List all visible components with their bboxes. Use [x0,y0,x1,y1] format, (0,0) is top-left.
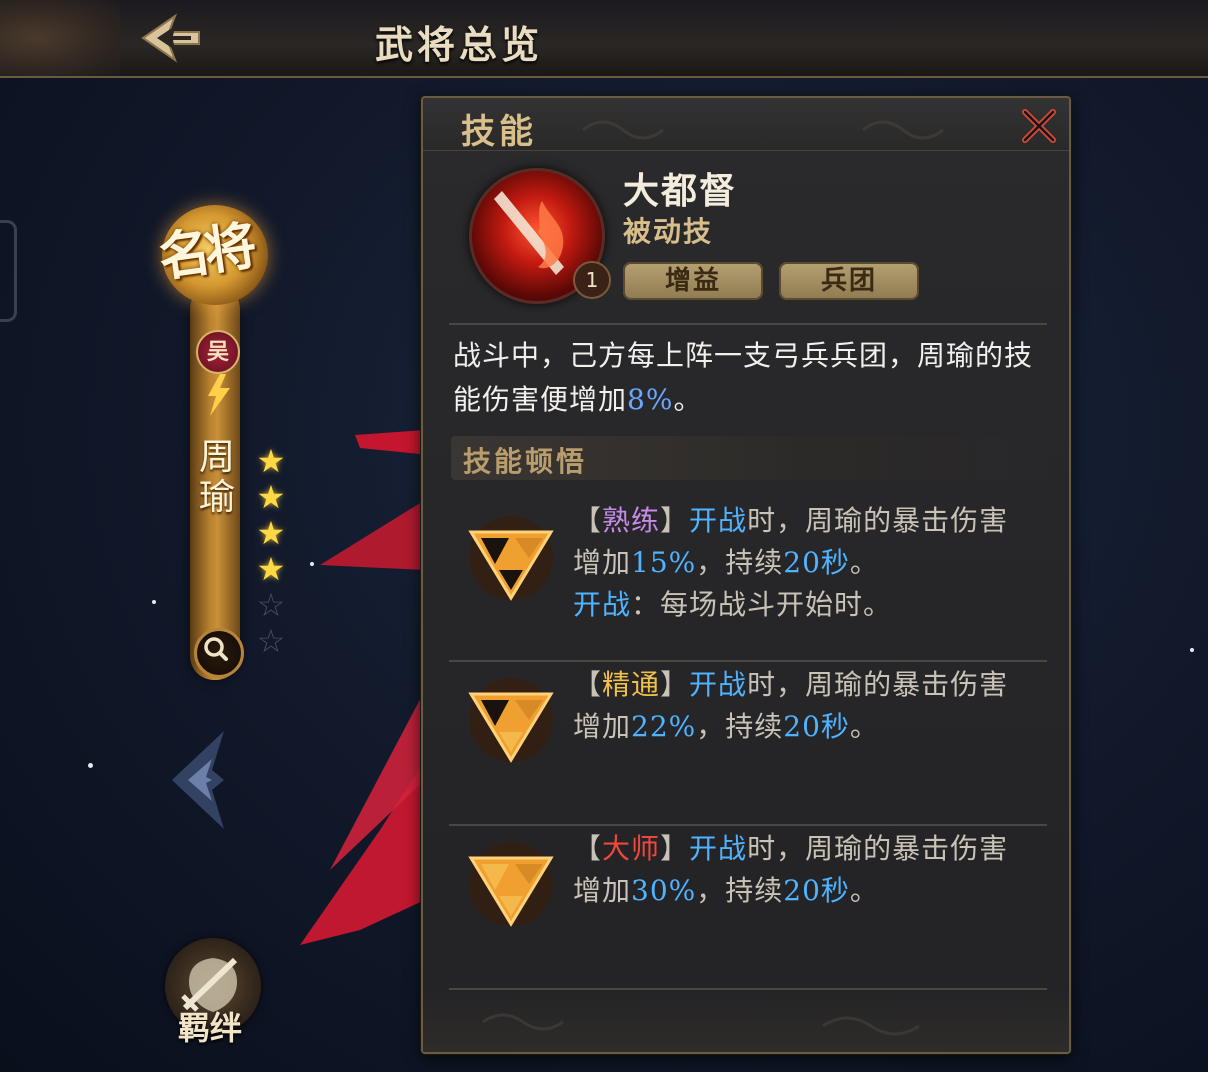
insight-item-3: 【大师】开战时，周瑜的暴击伤害增加30%，持续20秒。 [423,828,1069,988]
bracket-open: 【 [573,504,603,537]
insight-keyword: 开战 [689,668,748,701]
insight-text-2: 【精通】开战时，周瑜的暴击伤害增加22%，持续20秒。 [573,664,1033,748]
insight-text-b: ，持续 [696,710,784,743]
bracket-close: 】 [660,832,690,865]
skill-panel: 技能 1 大都督 被动技 增益 兵团 战斗中，己方每上阵一支弓兵兵团，周瑜的技能… [421,96,1071,1054]
skill-description-end: 。 [673,383,703,416]
insight-item-1: 【熟练】开战时，周瑜的暴击伤害增加15%，持续20秒。 开战：每场战斗开始时。 [423,498,1069,658]
top-bar: 武将总览 [0,0,1208,78]
sparkle-dot [88,763,93,768]
sparkle-dot [1190,648,1194,652]
star-empty-icon: ☆ [256,586,286,624]
sparkle-dot [152,600,156,604]
bond-label: 羁绊 [178,1009,243,1047]
cloud-ornament [482,1013,920,1036]
skill-tag-buff: 增益 [623,262,763,300]
lightning-icon [208,374,230,416]
star-empty-icon: ☆ [256,622,286,660]
insight-text-3: 【大师】开战时，周瑜的暴击伤害增加30%，持续20秒。 [573,828,1033,912]
star-filled-icon: ★ [256,442,286,480]
sparkle-dot [310,562,314,566]
hex-decoration [0,220,17,322]
insight-text-c: 。 [849,546,879,579]
triangle-gem-icon [468,678,554,763]
skill-type: 被动技 [623,215,714,248]
divider [449,988,1047,990]
divider [449,660,1047,662]
insight-level-name: 大师 [602,832,661,865]
insight-item-2: 【精通】开战时，周瑜的暴击伤害增加22%，持续20秒。 [423,664,1069,824]
magnifier-icon [204,637,228,661]
insight-level-name: 精通 [602,668,661,701]
previous-hero-button[interactable] [162,725,232,835]
hero-search-button[interactable] [194,628,244,678]
triangle-gem-icon [468,516,554,601]
insight-note-keyword: 开战 [573,588,632,621]
divider [449,824,1047,826]
bracket-open: 【 [573,832,603,865]
kingdom-badge: 吴 [196,330,240,374]
chevron-left-icon [172,731,224,829]
insight-text-b: ，持续 [696,874,784,907]
skill-description-value: 8% [627,383,674,416]
bracket-close: 】 [660,504,690,537]
star-filled-icon: ★ [256,478,286,516]
insight-percent: 22% [631,710,697,743]
skill-panel-footer [423,992,1069,1052]
skill-tag-legion: 兵团 [779,262,919,300]
close-icon [1022,109,1056,143]
insight-text-b: ，持续 [696,546,784,579]
insight-section-title: 技能顿悟 [463,445,588,478]
skill-description-text: 战斗中，己方每上阵一支弓兵兵团，周瑜的技能伤害便增加 [453,339,1034,416]
insight-duration: 20秒 [783,874,850,907]
insight-keyword: 开战 [689,832,748,865]
triangle-gem-icon [468,842,554,927]
page-title: 武将总览 [375,22,544,67]
rank-label: 名将 [154,215,255,290]
hero-name: 周瑜 [198,437,235,518]
star-filled-icon: ★ [256,550,286,588]
insight-note-text: ：每场战斗开始时。 [631,588,893,621]
skill-level-badge: 1 [573,261,611,299]
insight-keyword: 开战 [689,504,748,537]
insight-text-c: 。 [849,874,879,907]
insight-percent: 30% [631,874,697,907]
top-bar-ornament [0,0,120,76]
back-button[interactable] [135,10,205,66]
bracket-open: 【 [573,668,603,701]
insight-duration: 20秒 [783,710,850,743]
star-filled-icon: ★ [256,514,286,552]
divider [449,323,1047,325]
insight-percent: 15% [631,546,697,579]
skill-description: 战斗中，己方每上阵一支弓兵兵团，周瑜的技能伤害便增加8%。 [453,334,1053,422]
insight-level-name: 熟练 [602,504,661,537]
skill-name: 大都督 [623,170,738,212]
back-arrow-icon [141,13,200,63]
skill-panel-title: 技能 [461,112,537,152]
close-button[interactable] [1019,106,1059,146]
insight-text-1: 【熟练】开战时，周瑜的暴击伤害增加15%，持续20秒。 开战：每场战斗开始时。 [573,500,1033,626]
insight-text-c: 。 [849,710,879,743]
insight-duration: 20秒 [783,546,850,579]
star-rating: ★ ★ ★ ★ ☆ ☆ [254,443,288,659]
bracket-close: 】 [660,668,690,701]
